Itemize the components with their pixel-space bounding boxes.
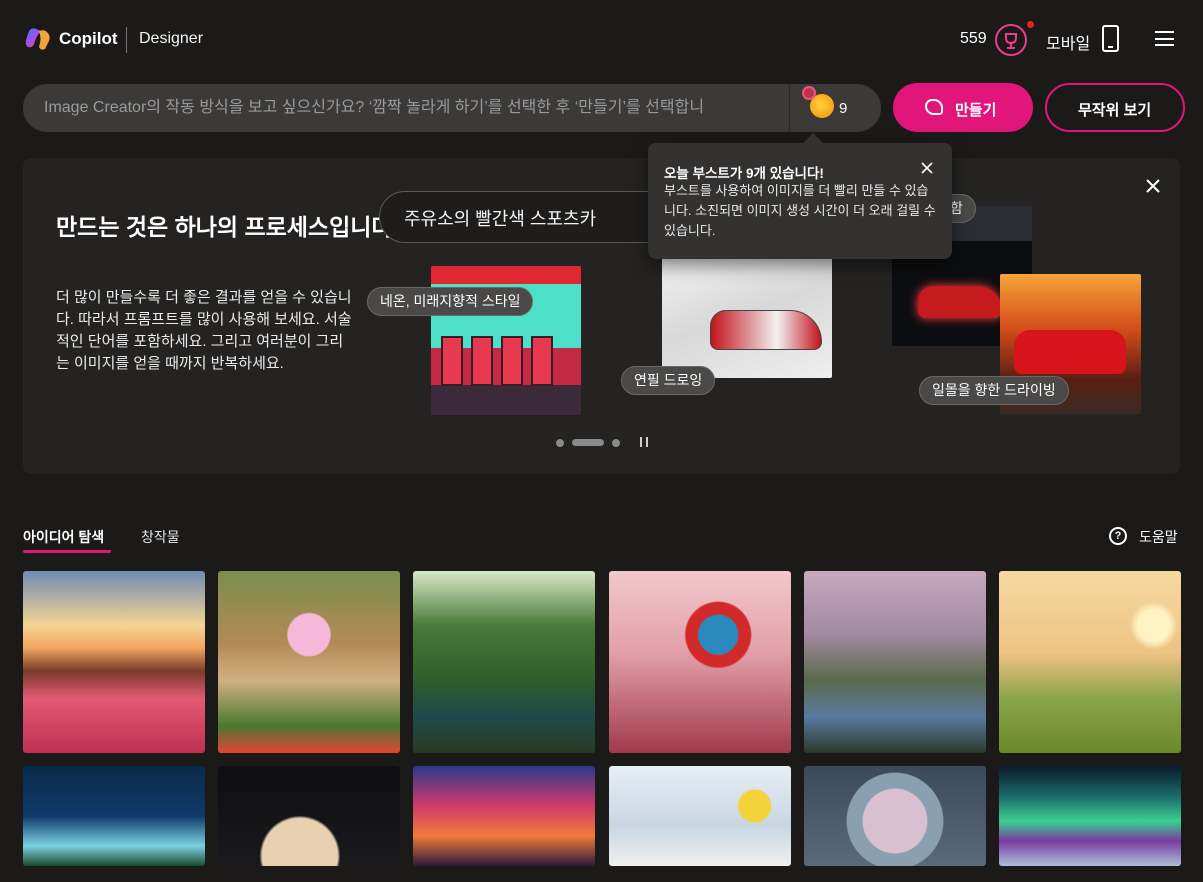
brand-name[interactable]: Copilot (59, 29, 118, 49)
copilot-logo-icon[interactable] (25, 27, 51, 51)
bottom-edge (0, 866, 1203, 882)
example-prompt-text: 주유소의 빨간색 스포츠카 (404, 209, 597, 229)
mobile-label[interactable]: 모바일 (1046, 30, 1090, 54)
hero-title: 만드는 것은 하나의 프로세스입니다. (56, 214, 399, 240)
gallery-image-moon-flowers[interactable] (218, 766, 400, 866)
boost-tooltip: 오늘 부스트가 9개 있습니다! 부스트를 사용하여 이미지를 더 빨리 만들 … (648, 143, 952, 259)
tag-pencil: 연필 드로잉 (621, 366, 716, 395)
create-button-label[interactable]: 만들기 (955, 99, 996, 120)
pencil-drawing-image (662, 248, 832, 378)
create-icon (925, 99, 943, 115)
tooltip-body: 부스트를 사용하여 이미지를 더 빨리 만들 수 있습니다. 소진되면 이미지 … (664, 183, 936, 238)
gallery-image-picnic-basket[interactable] (218, 571, 400, 753)
rewards-points[interactable]: 559 (960, 30, 987, 48)
boost-count[interactable]: 9 (839, 100, 847, 117)
tag-neon: 네온, 미래지향적 스타일 (367, 287, 534, 316)
phone-icon[interactable] (1102, 25, 1119, 52)
gallery-image-kite-park[interactable] (999, 571, 1181, 753)
tag-sunset: 일몰을 향한 드라이빙 (919, 376, 1069, 405)
prompt-search-box (23, 84, 881, 132)
hamburger-menu-icon[interactable] (1155, 31, 1174, 46)
carousel-dot[interactable] (612, 439, 620, 447)
close-icon[interactable] (1145, 178, 1161, 194)
pause-icon[interactable] (640, 437, 648, 447)
gallery-image-butterfly[interactable] (609, 571, 791, 753)
trophy-icon[interactable] (995, 24, 1027, 56)
hero-description: 더 많이 만들수록 더 좋은 결과를 얻을 수 있습니다. 따라서 프롬프트를 … (56, 289, 352, 372)
prompt-input[interactable] (44, 84, 774, 132)
help-icon[interactable]: ? (1109, 527, 1127, 545)
active-tab-underline (23, 550, 111, 553)
gallery-image-neon-trees[interactable] (23, 766, 205, 866)
header-divider (126, 27, 127, 53)
search-separator (789, 84, 790, 132)
gallery-image-horse-rider-sunset[interactable] (413, 766, 595, 866)
notification-dot (1027, 21, 1034, 28)
help-label[interactable]: 도움말 (1139, 527, 1178, 547)
tab-creations[interactable]: 창작물 (141, 527, 180, 547)
gallery-image-waterfall[interactable] (413, 571, 595, 753)
gallery-image-crystal-flowers[interactable] (804, 766, 986, 866)
boost-coin-icon[interactable] (802, 86, 834, 118)
carousel-dot[interactable] (556, 439, 564, 447)
top-header: Copilot Designer 559 모바일 (0, 0, 1203, 78)
gallery-image-aurora[interactable] (999, 766, 1181, 866)
gallery-image-cherry-blossom-path[interactable] (804, 571, 986, 753)
tab-explore-ideas[interactable]: 아이디어 탐색 (23, 527, 104, 547)
surprise-me-label[interactable]: 무작위 보기 (1078, 99, 1151, 120)
gallery-image-tulip-field[interactable] (23, 571, 205, 753)
gallery-image-polar-bears[interactable] (609, 766, 791, 866)
tooltip-close-icon[interactable] (920, 161, 934, 175)
tooltip-title: 오늘 부스트가 9개 있습니다! (664, 166, 824, 181)
product-name[interactable]: Designer (139, 30, 203, 48)
carousel-dot-active[interactable] (572, 439, 604, 446)
